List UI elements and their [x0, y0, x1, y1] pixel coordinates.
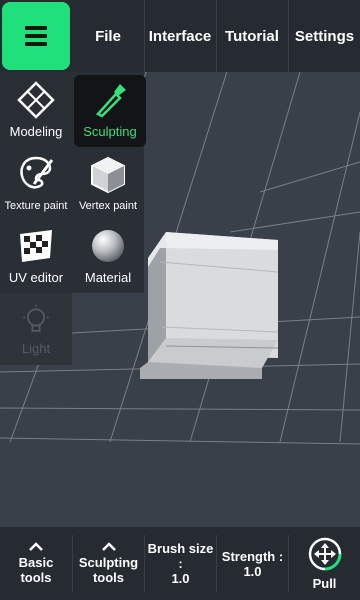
top-toolbar: File Interface Tutorial Settings: [0, 0, 360, 72]
tab-settings[interactable]: Settings: [289, 0, 360, 72]
strength-control[interactable]: Strength : 1.0: [217, 527, 288, 600]
vertex-cube-icon: [91, 156, 125, 194]
chevron-up-icon: [29, 542, 43, 551]
modeling-icon: [17, 81, 55, 119]
mode-modeling-button[interactable]: Modeling: [0, 75, 72, 147]
tab-tutorial[interactable]: Tutorial: [217, 0, 287, 72]
mode-vertex-paint-label: Vertex paint: [78, 200, 138, 212]
mode-light-button[interactable]: Light: [0, 293, 72, 365]
basic-tools-button[interactable]: Basic tools: [0, 527, 72, 600]
pull-brush-button[interactable]: Pull: [289, 527, 360, 600]
tab-interface[interactable]: Interface: [145, 0, 215, 72]
tab-file[interactable]: File: [72, 0, 144, 72]
bottom-toolbar: Basic tools Sculpting tools Brush size :…: [0, 527, 360, 600]
mode-modeling-label: Modeling: [9, 124, 63, 139]
cube-mesh: [140, 232, 279, 379]
mode-sculpting-label: Sculpting: [83, 124, 137, 139]
move-arrows-icon: [308, 537, 341, 571]
material-sphere-icon: [92, 230, 124, 262]
mode-uv-editor-button[interactable]: UV editor: [0, 221, 72, 293]
mode-texture-paint-button[interactable]: Texture paint: [0, 149, 72, 221]
checkerboard-icon: [20, 230, 52, 262]
mode-vertex-paint-button[interactable]: Vertex paint: [72, 149, 144, 221]
mode-material-label: Material: [84, 270, 132, 285]
strength-value: 1.0: [243, 563, 262, 579]
brush-size-value: 1.0: [171, 571, 190, 586]
hamburger-icon-bar: [25, 42, 47, 46]
paint-brush-icon: [20, 156, 54, 189]
sculpting-tools-button[interactable]: Sculpting tools: [73, 527, 144, 600]
mode-sculpting-button[interactable]: Sculpting: [74, 75, 146, 147]
hamburger-icon: [25, 26, 47, 30]
mode-uv-editor-label: UV editor: [8, 270, 64, 285]
basic-tools-label: Basic tools: [18, 555, 54, 585]
hamburger-icon-bar: [25, 34, 47, 38]
mode-texture-paint-label: Texture paint: [4, 200, 68, 212]
sculpting-tools-label: Sculpting tools: [78, 555, 139, 585]
strength-label: Strength :: [221, 548, 284, 564]
mode-panel: Modeling Sculpting Texture paint Vertex …: [0, 72, 146, 293]
brush-size-control[interactable]: Brush size : 1.0: [145, 527, 216, 600]
brush-size-label: Brush size :: [147, 541, 214, 571]
light-bulb-icon: [23, 304, 49, 332]
menu-button[interactable]: [2, 2, 70, 70]
mode-light-label: Light: [21, 341, 51, 356]
pull-label: Pull: [312, 576, 337, 591]
mode-material-button[interactable]: Material: [72, 221, 144, 293]
chevron-up-icon: [101, 542, 116, 551]
sculpting-icon: [95, 84, 126, 118]
